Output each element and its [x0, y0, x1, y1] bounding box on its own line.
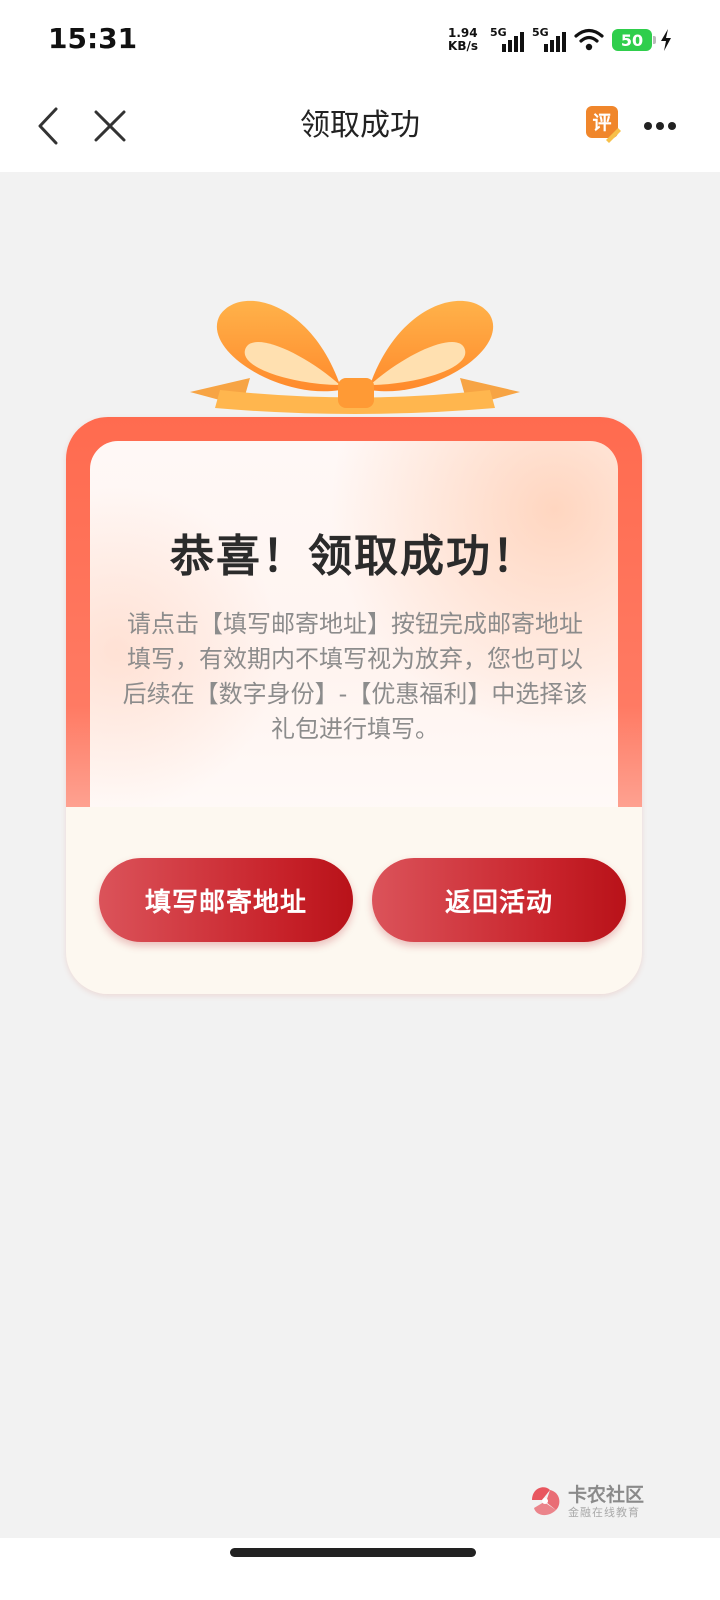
battery-icon: 50 — [612, 29, 656, 51]
review-icon: 评 — [586, 106, 621, 143]
charging-icon — [661, 29, 671, 51]
card-divider-curve — [66, 807, 642, 837]
status-icons: 1.94 KB/s 5G 5G 50 — [448, 22, 672, 58]
more-button[interactable] — [640, 106, 680, 146]
back-button[interactable] — [22, 100, 74, 152]
navigation-bar: 领取成功 评 — [0, 80, 720, 172]
success-description: 请点击【填写邮寄地址】按钮完成邮寄地址填写，有效期内不填写视为放弃，您也可以后续… — [122, 610, 588, 743]
close-button[interactable] — [84, 100, 136, 152]
more-dots-icon — [644, 122, 676, 130]
ribbon-bow-icon — [190, 300, 520, 414]
main-content: 恭喜！领取成功！ 请点击【填写邮寄地址】按钮完成邮寄地址填写，有效期内不填写视为… — [0, 172, 720, 1552]
status-time: 15:31 — [48, 22, 138, 55]
watermark-subtitle: 金融在线教育 — [568, 1506, 640, 1519]
signal-sim2-icon: 5G — [532, 26, 566, 54]
watermark-title: 卡农社区 — [568, 1484, 645, 1506]
success-title: 恭喜！领取成功！ — [170, 531, 538, 582]
close-icon — [94, 110, 126, 142]
rate-button[interactable]: 评 — [586, 106, 622, 144]
network-speed-unit: KB/s — [448, 39, 478, 53]
signal-sim1-icon: 5G — [490, 26, 524, 54]
status-bar: 15:31 1.94 KB/s 5G 5G 50 — [0, 0, 720, 80]
watermark: 卡农社区 金融在线教育 — [528, 1480, 658, 1522]
fill-address-button[interactable]: 填写邮寄地址 — [99, 858, 353, 942]
chevron-left-icon — [38, 107, 58, 145]
review-icon-char: 评 — [592, 112, 611, 134]
back-to-activity-button[interactable]: 返回活动 — [372, 858, 626, 942]
watermark-logo-icon — [532, 1487, 560, 1516]
wifi-icon — [574, 28, 604, 51]
home-indicator[interactable] — [230, 1548, 476, 1557]
network-speed: 1.94 KB/s — [448, 27, 478, 53]
